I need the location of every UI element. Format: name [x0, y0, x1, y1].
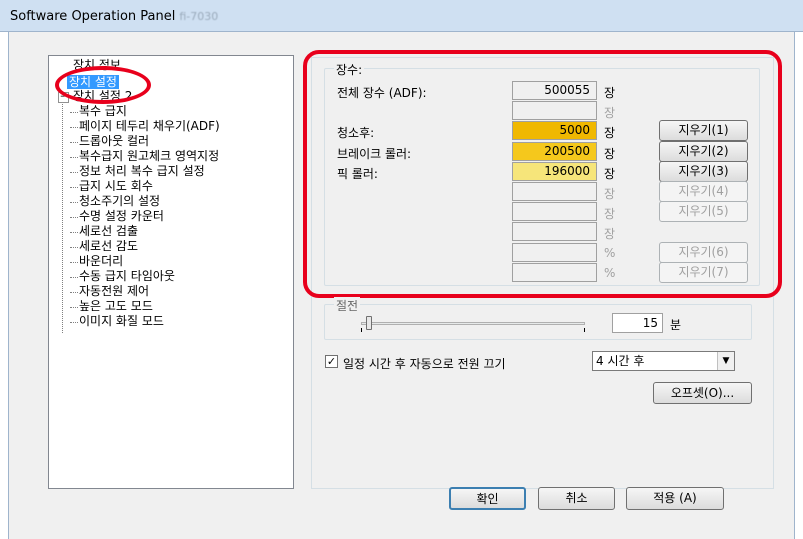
counter-field-empty [512, 202, 597, 221]
brake-roller-field: 200500 [512, 142, 597, 161]
tree-item-multifeed[interactable]: 복수 급지 [70, 104, 127, 119]
unit-label: 장 [604, 106, 616, 120]
pick-roller-field: 196000 [512, 162, 597, 181]
offset-button[interactable]: 오프셋(O)... [653, 382, 752, 404]
title-bar: Software Operation Panel fi-7030 [0, 0, 803, 32]
total-count-label: 전체 장수 (ADF): [337, 86, 427, 100]
apply-button[interactable]: 적용 (A) [626, 487, 724, 510]
unit-label: 장 [604, 147, 616, 161]
auto-power-off-label: 일정 시간 후 자동으로 전원 끄기 [343, 357, 506, 371]
tree-item-pick-retry[interactable]: 급지 시도 회수 [70, 179, 153, 194]
tree-item-page-edge-filler[interactable]: 페이지 테두리 채우기(ADF) [70, 119, 220, 134]
settings-tree[interactable]: 장치 정보 장치 설정 − 장치 설정 2 복수 급지 페이지 테두리 채우기(… [48, 55, 294, 489]
unit-label: 장 [604, 86, 616, 100]
collapse-icon[interactable]: − [58, 92, 69, 103]
ok-button[interactable]: 확인 [449, 487, 526, 510]
tree-item-device-settings[interactable]: 장치 설정 [67, 75, 119, 90]
brake-roller-label: 브레이크 롤러: [337, 147, 412, 161]
tree-item-image-quality[interactable]: 이미지 화질 모드 [70, 314, 164, 329]
auto-power-off-checkbox[interactable]: ✓ [325, 355, 338, 368]
minutes-unit-label: 분 [670, 318, 682, 332]
sheet-counter-group-label: 장수: [334, 61, 365, 78]
clear-button-4[interactable]: 지우기(4) [659, 181, 748, 202]
combo-value: 4 시간 후 [596, 354, 645, 368]
minutes-field[interactable]: 15 [612, 313, 663, 333]
unit-label: % [604, 246, 616, 260]
window-title: Software Operation Panel fi-7030 [10, 9, 219, 24]
total-count-field: 500055 [512, 81, 597, 100]
counter-field-empty [512, 243, 597, 262]
clear-button-2[interactable]: 지우기(2) [659, 141, 748, 162]
tree-item-multifeed-area[interactable]: 복수급지 원고체크 영역지정 [69, 149, 219, 164]
clear-button-1[interactable]: 지우기(1) [659, 120, 748, 141]
tree-item-dropout-color[interactable]: 드롭아웃 컬러 [69, 134, 149, 149]
after-cleaning-field: 5000 [512, 121, 597, 140]
tree-item-label: 장치 설정 [67, 75, 119, 89]
unit-label: % [604, 266, 616, 280]
power-save-group-label: 절전 [334, 297, 361, 314]
power-save-slider[interactable] [361, 322, 585, 325]
tree-item-streak-sensitivity[interactable]: 세로선 감도 [69, 239, 138, 254]
tree-item-device-info[interactable]: 장치 정보 [73, 58, 121, 73]
unit-label: 장 [604, 227, 616, 241]
unit-label: 장 [604, 187, 616, 201]
auto-power-off-combo[interactable]: 4 시간 후 ▼ [592, 351, 735, 371]
counter-field-empty [512, 182, 597, 201]
unit-label: 장 [604, 126, 616, 140]
tree-item-auto-power[interactable]: 자동전원 제어 [69, 284, 149, 299]
counter-field-empty [512, 101, 597, 120]
clear-button-7[interactable]: 지우기(7) [659, 262, 748, 283]
clear-button-3[interactable]: 지우기(3) [659, 161, 748, 182]
slider-tick [584, 328, 585, 332]
tree-item-intelligent-multifeed[interactable]: 정보 처리 복수 급지 설정 [70, 164, 205, 179]
after-cleaning-label: 청소후: [337, 126, 375, 140]
tree-item-device-settings-2[interactable]: 장치 설정 2 [73, 89, 132, 104]
clear-button-6[interactable]: 지우기(6) [659, 242, 748, 263]
tree-item-life-counter[interactable]: 수명 설정 카운터 [70, 209, 164, 224]
clear-button-5[interactable]: 지우기(5) [659, 201, 748, 222]
counter-field-empty [512, 222, 597, 241]
cancel-button[interactable]: 취소 [538, 487, 615, 510]
slider-thumb[interactable] [366, 316, 372, 330]
unit-label: 장 [604, 167, 616, 181]
unit-label: 장 [604, 207, 616, 221]
tree-item-high-altitude[interactable]: 높은 고도 모드 [70, 299, 153, 314]
tree-item-cleaning-cycle[interactable]: 청소주기의 설정 [69, 194, 160, 209]
window-subtitle: fi-7030 [179, 10, 219, 23]
tree-item-streak-detection[interactable]: 세로선 검출 [69, 224, 138, 239]
tree-item-manual-feed-timeout[interactable]: 수동 급지 타임아웃 [70, 269, 175, 284]
pick-roller-label: 픽 롤러: [337, 167, 378, 181]
slider-tick [361, 328, 362, 332]
tree-branch-line [62, 97, 63, 333]
tree-item-boundary[interactable]: 바운더리 [69, 254, 123, 269]
counter-field-empty [512, 263, 597, 282]
chevron-down-icon[interactable]: ▼ [717, 352, 734, 370]
